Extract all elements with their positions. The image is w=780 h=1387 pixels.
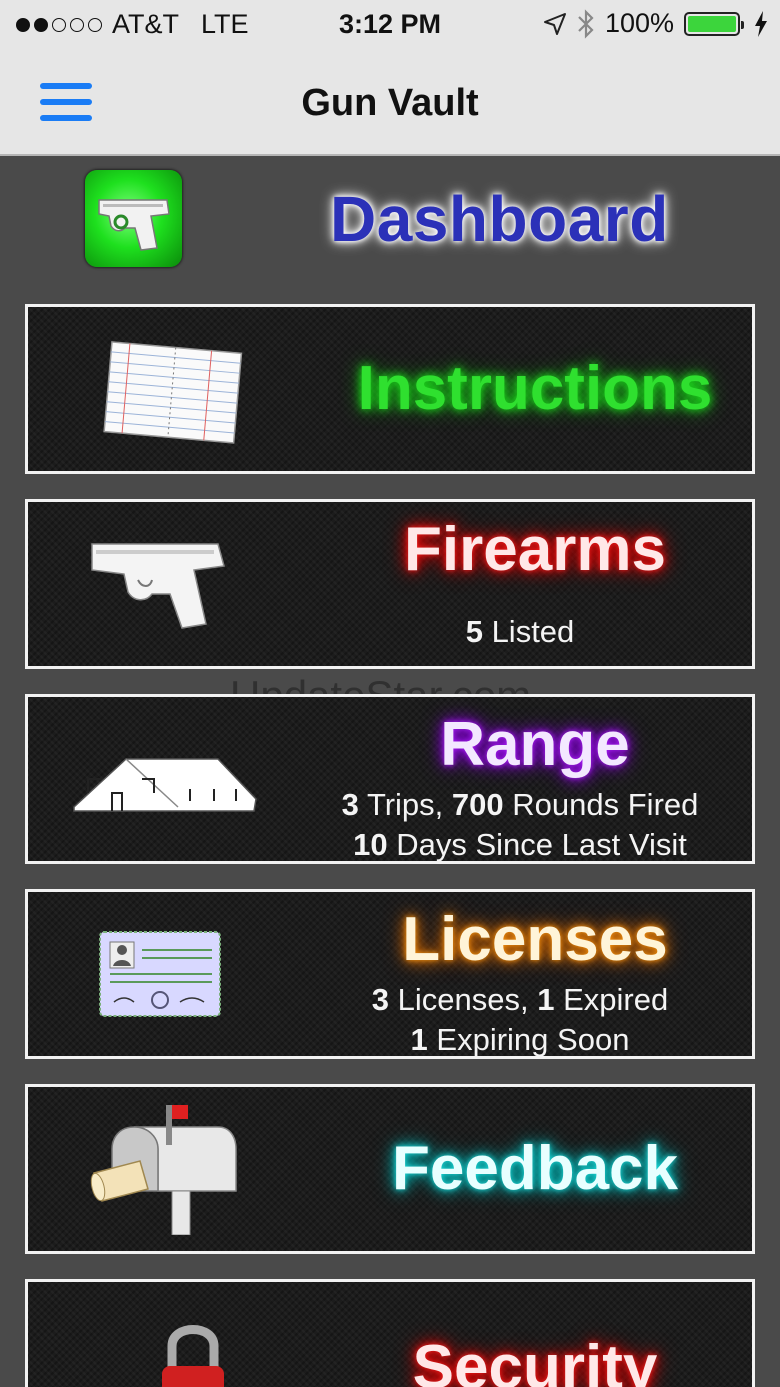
- dashboard-header: Dashboard: [0, 158, 780, 298]
- range-stats: 3 Trips, 700 Rounds Fired: [341, 787, 699, 822]
- tile-security-title: Security: [412, 1333, 658, 1387]
- tile-range-title: Range: [440, 710, 630, 779]
- navigation-bar: Gun Vault: [0, 52, 780, 156]
- tile-instructions[interactable]: Instructions: [25, 304, 755, 474]
- building-icon: [68, 715, 268, 845]
- dashboard-title: Dashboard: [330, 183, 669, 255]
- page-title: Gun Vault: [301, 82, 479, 124]
- tile-licenses[interactable]: Licenses 3 Licenses, 1 Expired 1 Expirin…: [25, 889, 755, 1059]
- tile-range[interactable]: Range 3 Trips, 700 Rounds Fired 10 Days …: [25, 694, 755, 864]
- charging-bolt-icon: [755, 10, 767, 37]
- battery-icon: [684, 11, 744, 36]
- tile-security[interactable]: Security: [25, 1279, 755, 1387]
- license-card-icon: [68, 910, 268, 1040]
- bluetooth-icon: [578, 8, 594, 39]
- tile-feedback-title: Feedback: [391, 1134, 679, 1203]
- pistol-app-icon: [85, 170, 182, 267]
- status-bar: AT&T LTE 3:12 PM 100%: [0, 0, 780, 52]
- notebook-icon: [68, 325, 268, 455]
- tile-feedback[interactable]: Feedback: [25, 1084, 755, 1254]
- location-arrow-icon: [543, 12, 566, 35]
- mailbox-icon: [68, 1105, 268, 1236]
- firearms-count: 5 Listed: [465, 614, 575, 649]
- licenses-expiring: 1 Expiring Soon: [410, 1022, 630, 1057]
- battery-percent: 100%: [604, 8, 674, 38]
- tile-firearms-title: Firearms: [404, 515, 666, 584]
- tile-instructions-title: Instructions: [357, 354, 713, 423]
- tile-firearms[interactable]: Firearms 5 Listed: [25, 499, 755, 669]
- pistol-icon: [68, 520, 268, 650]
- padlock-icon: [68, 1300, 268, 1387]
- range-last-visit: 10 Days Since Last Visit: [353, 827, 687, 862]
- tile-licenses-title: Licenses: [402, 905, 668, 974]
- licenses-stats: 3 Licenses, 1 Expired: [371, 982, 669, 1017]
